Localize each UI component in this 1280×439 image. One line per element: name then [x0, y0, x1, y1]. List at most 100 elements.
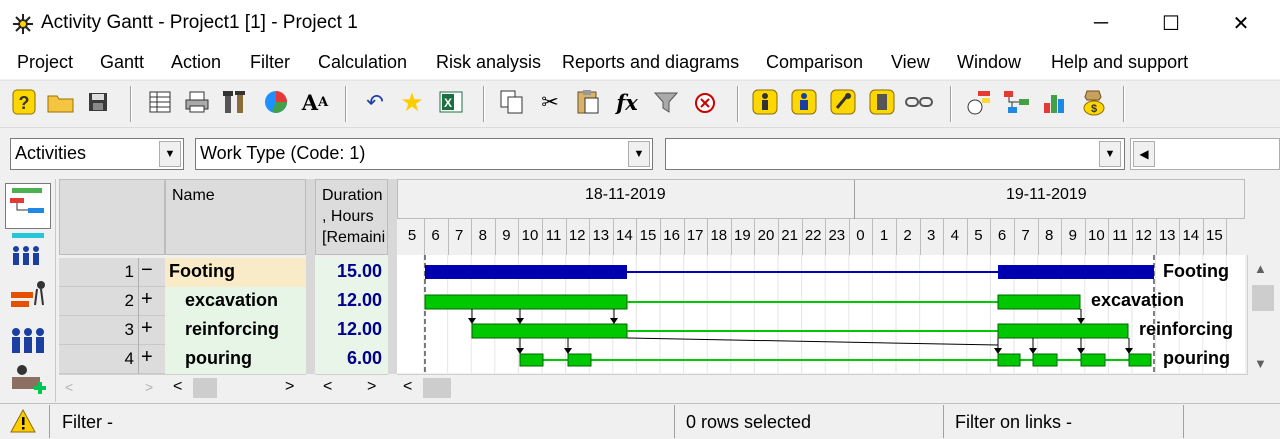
close-button[interactable]: ✕: [1213, 0, 1269, 46]
minimize-button[interactable]: ─: [1073, 0, 1129, 46]
vertical-scrollbar[interactable]: ▲ ▼: [1247, 255, 1277, 375]
cut-icon[interactable]: ✂: [536, 87, 564, 117]
menu-filter[interactable]: Filter: [250, 52, 290, 73]
copy-icon[interactable]: [498, 87, 526, 117]
expand-icon[interactable]: +: [141, 317, 153, 340]
activity-name-cell[interactable]: reinforcing: [165, 316, 306, 345]
code-select-dropdown-icon[interactable]: ▼: [628, 141, 650, 167]
scroll-right-arrow-icon[interactable]: >: [367, 378, 376, 396]
menu-comparison[interactable]: Comparison: [766, 52, 863, 73]
name-hscrollbar[interactable]: < >: [165, 374, 306, 401]
table-gantt-splitter[interactable]: [388, 179, 397, 374]
duration-cell[interactable]: 12.00: [315, 287, 388, 316]
formula-icon[interactable]: fx: [613, 87, 641, 117]
resource-view-icon[interactable]: [5, 228, 51, 274]
activity-name-cell[interactable]: pouring: [165, 345, 306, 374]
tools-icon[interactable]: [221, 87, 249, 117]
undo-icon[interactable]: ↶: [361, 87, 389, 117]
table-icon[interactable]: [146, 87, 174, 117]
menu-help-and-support[interactable]: Help and support: [1051, 52, 1188, 73]
menu-reports-and-diagrams[interactable]: Reports and diagrams: [562, 52, 739, 73]
font-icon[interactable]: AA: [301, 87, 329, 117]
value-select[interactable]: [665, 138, 1125, 170]
status-divider: [674, 405, 675, 438]
gantt-chart[interactable]: [397, 255, 1245, 373]
expand-icon[interactable]: +: [141, 288, 153, 311]
expand-icon[interactable]: +: [141, 346, 153, 369]
row-header[interactable]: 2 +: [59, 287, 165, 316]
scroll-left-arrow-icon[interactable]: <: [403, 378, 412, 396]
task-bar: [1128, 353, 1152, 367]
help-icon[interactable]: ?: [10, 87, 38, 117]
hour-label: 17: [686, 227, 704, 244]
row-header[interactable]: 4 +: [59, 345, 165, 374]
maximize-button[interactable]: ☐: [1143, 0, 1199, 46]
team-icon[interactable]: [5, 317, 51, 363]
clear-filter-icon[interactable]: [691, 87, 719, 117]
menu-window[interactable]: Window: [957, 52, 1021, 73]
pie-chart-icon[interactable]: [262, 87, 290, 117]
filter-icon[interactable]: [652, 87, 680, 117]
scroll-up-arrow-icon[interactable]: ▲: [1254, 261, 1267, 276]
paste-icon[interactable]: [574, 87, 602, 117]
menu-view[interactable]: View: [891, 52, 930, 73]
menu-project[interactable]: Project: [17, 52, 73, 73]
print-icon[interactable]: [183, 87, 211, 117]
scroll-right-arrow-icon[interactable]: >: [145, 379, 153, 395]
cost-icon[interactable]: $: [1080, 87, 1108, 117]
collapse-icon[interactable]: −: [141, 259, 153, 282]
column-splitter[interactable]: [306, 179, 315, 374]
menu-action[interactable]: Action: [171, 52, 221, 73]
name-column-header[interactable]: Name: [165, 179, 306, 255]
scroll-left-arrow-icon[interactable]: ◀: [1133, 141, 1155, 167]
open-folder-icon[interactable]: [47, 87, 75, 117]
view-select-dropdown-icon[interactable]: ▼: [159, 141, 181, 167]
duration-cell[interactable]: 15.00: [315, 258, 388, 287]
status-bar: [0, 403, 1280, 439]
row-header[interactable]: 1−: [59, 258, 165, 287]
resource-person-icon[interactable]: [790, 87, 818, 117]
save-icon[interactable]: [84, 87, 112, 117]
excel-icon[interactable]: X: [437, 87, 465, 117]
menu-gantt[interactable]: Gantt: [100, 52, 144, 73]
value-select-dropdown-icon[interactable]: ▼: [1099, 141, 1121, 167]
activity-name-cell[interactable]: excavation: [165, 287, 306, 316]
duration-cell[interactable]: 12.00: [315, 316, 388, 345]
scroll-left-arrow-icon[interactable]: <: [65, 379, 73, 395]
hscroll-thumb[interactable]: [193, 378, 217, 398]
date-label-day2: 19-11-2019: [1006, 186, 1087, 203]
task-bar: [567, 353, 592, 367]
code-select[interactable]: Work Type (Code: 1): [195, 138, 653, 170]
scroll-right-arrow-icon[interactable]: >: [285, 378, 294, 396]
scroll-left-arrow-icon[interactable]: <: [323, 378, 332, 396]
network-icon[interactable]: [1003, 87, 1031, 117]
hour-label: 10: [1088, 227, 1105, 244]
menu-risk-analysis[interactable]: Risk analysis: [436, 52, 541, 73]
scroll-down-arrow-icon[interactable]: ▼: [1254, 356, 1267, 371]
duration-column-header[interactable]: Duration , Hours [Remaini: [315, 179, 388, 255]
resource-histogram-icon[interactable]: [5, 274, 51, 320]
schedule-icon[interactable]: [965, 87, 993, 117]
toolbar-separator: [1123, 86, 1125, 122]
vertical-scroll-thumb[interactable]: [1252, 285, 1274, 311]
gantt-hscrollbar[interactable]: <: [397, 374, 1247, 401]
scroll-left-arrow-icon[interactable]: <: [173, 378, 182, 396]
link-icon[interactable]: [905, 87, 933, 117]
histogram-icon[interactable]: [1041, 87, 1069, 117]
duration-cell[interactable]: 6.00: [315, 345, 388, 374]
star-icon[interactable]: ★: [398, 87, 426, 117]
gantt-hscroll-thumb[interactable]: [423, 378, 451, 398]
rownum-hscrollbar[interactable]: < >: [59, 374, 165, 401]
resource-material-icon[interactable]: [868, 87, 896, 117]
duration-hscrollbar[interactable]: < >: [315, 374, 388, 401]
resource-worker-icon[interactable]: [751, 87, 779, 117]
menu-calculation[interactable]: Calculation: [318, 52, 407, 73]
filter-scroll[interactable]: ◀: [1130, 138, 1280, 170]
activity-name-cell[interactable]: Footing: [165, 258, 306, 287]
view-select[interactable]: Activities: [10, 138, 184, 170]
dependency-arrow: [1077, 348, 1085, 354]
resource-tool-icon[interactable]: [829, 87, 857, 117]
gantt-view-icon[interactable]: [5, 183, 51, 229]
row-header[interactable]: 3 +: [59, 316, 165, 345]
add-resource-icon[interactable]: [5, 359, 51, 401]
